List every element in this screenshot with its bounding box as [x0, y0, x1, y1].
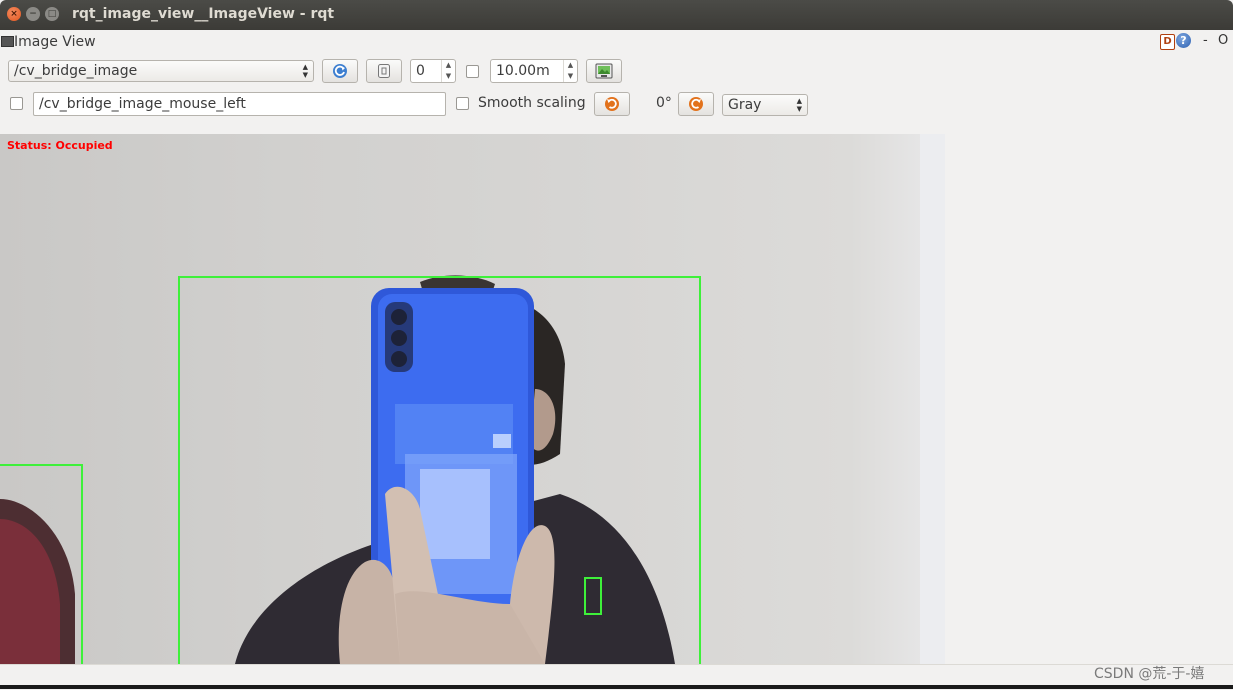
refresh-icon	[333, 64, 347, 78]
smooth-scaling-label: Smooth scaling	[478, 95, 586, 111]
window-close-button[interactable]: ×	[7, 7, 21, 21]
status-overlay-text: Status: Occupied	[7, 139, 113, 152]
zoom-fit-icon	[378, 64, 390, 78]
plugin-header: Image View D ? - O	[0, 30, 1233, 54]
bottom-edge	[0, 685, 1233, 689]
help-icon[interactable]: ?	[1176, 33, 1191, 48]
rotate-left-icon	[605, 97, 619, 111]
window-title: rqt_image_view__ImageView - rqt	[72, 6, 335, 22]
topic-combo-value: /cv_bridge_image	[14, 63, 138, 79]
watermark-text: CSDN @荒-于-嬉	[1094, 666, 1205, 682]
plugin-title: Image View	[14, 34, 96, 50]
image-display[interactable]: Status: Occupied	[0, 134, 945, 664]
zoom-fit-button[interactable]	[366, 59, 402, 83]
smooth-scaling-checkbox[interactable]	[456, 97, 469, 110]
dock-config-icon[interactable]: D	[1160, 34, 1175, 50]
color-scheme-combo[interactable]: Gray ▲ ▼	[722, 94, 808, 116]
rotate-right-button[interactable]	[678, 92, 714, 116]
rotate-right-icon	[689, 97, 703, 111]
topic-combo[interactable]: /cv_bridge_image ▲ ▼	[8, 60, 314, 82]
camera-frame	[0, 134, 945, 664]
plugin-minimize-button[interactable]: -	[1203, 33, 1208, 48]
max-range-spinbox[interactable]: 10.00m ▲ ▼	[490, 59, 578, 83]
mouse-topic-input[interactable]: /cv_bridge_image_mouse_left	[33, 92, 446, 116]
window-titlebar[interactable]: × − □ rqt_image_view__ImageView - rqt	[0, 0, 1233, 30]
color-scheme-value: Gray	[728, 97, 762, 113]
dynamic-range-checkbox[interactable]	[466, 65, 479, 78]
frame-spinbox-value: 0	[416, 63, 425, 79]
mouse-topic-value: /cv_bridge_image_mouse_left	[39, 96, 246, 112]
spin-arrows-icon[interactable]: ▲ ▼	[563, 60, 577, 82]
save-image-icon	[595, 63, 613, 79]
combo-arrows-icon: ▲ ▼	[796, 97, 802, 113]
frame-spinbox[interactable]: 0 ▲ ▼	[410, 59, 456, 83]
mouse-publish-checkbox[interactable]	[10, 97, 23, 110]
refresh-button[interactable]	[322, 59, 358, 83]
plugin-window-icon	[1, 36, 14, 47]
rotation-label: 0°	[656, 95, 672, 111]
rotate-left-button[interactable]	[594, 92, 630, 116]
window-minimize-button[interactable]: −	[26, 7, 40, 21]
spin-arrows-icon[interactable]: ▲ ▼	[441, 60, 455, 82]
max-range-value: 10.00m	[496, 63, 550, 79]
window-maximize-button[interactable]: □	[45, 7, 59, 21]
plugin-close-button[interactable]: O	[1218, 33, 1228, 48]
save-image-button[interactable]	[586, 59, 622, 83]
combo-arrows-icon: ▲ ▼	[302, 63, 308, 79]
